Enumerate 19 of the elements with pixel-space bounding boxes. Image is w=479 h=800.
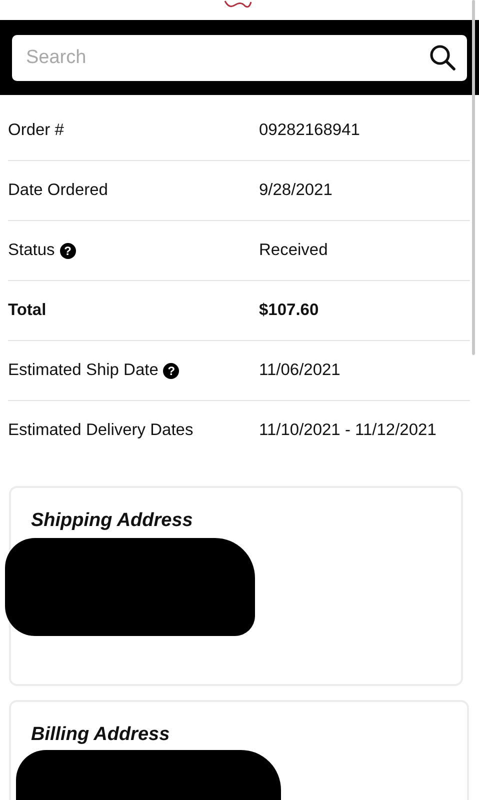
detail-label: Total <box>8 301 46 320</box>
detail-value: 9/28/2021 <box>259 181 332 200</box>
detail-label: Status <box>8 241 55 260</box>
address-title: Billing Address <box>31 724 170 746</box>
search-icon[interactable] <box>429 44 457 72</box>
detail-value: 11/10/2021 - 11/12/2021 <box>259 421 436 440</box>
logo-swirl-icon <box>222 0 252 10</box>
address-title: Shipping Address <box>31 510 193 532</box>
detail-label: Date Ordered <box>8 181 108 200</box>
detail-value: Received <box>259 241 328 260</box>
detail-label: Order # <box>8 121 64 140</box>
detail-label: Estimated Delivery Dates <box>8 421 194 440</box>
help-icon[interactable]: ? <box>60 242 76 258</box>
detail-value: 11/06/2021 <box>259 361 340 380</box>
detail-value: $107.60 <box>259 301 319 320</box>
detail-value: 09282168941 <box>259 121 360 140</box>
detail-label: Estimated Ship Date <box>8 361 158 380</box>
help-icon[interactable]: ? <box>163 362 180 378</box>
search-field[interactable]: Search <box>12 34 467 80</box>
